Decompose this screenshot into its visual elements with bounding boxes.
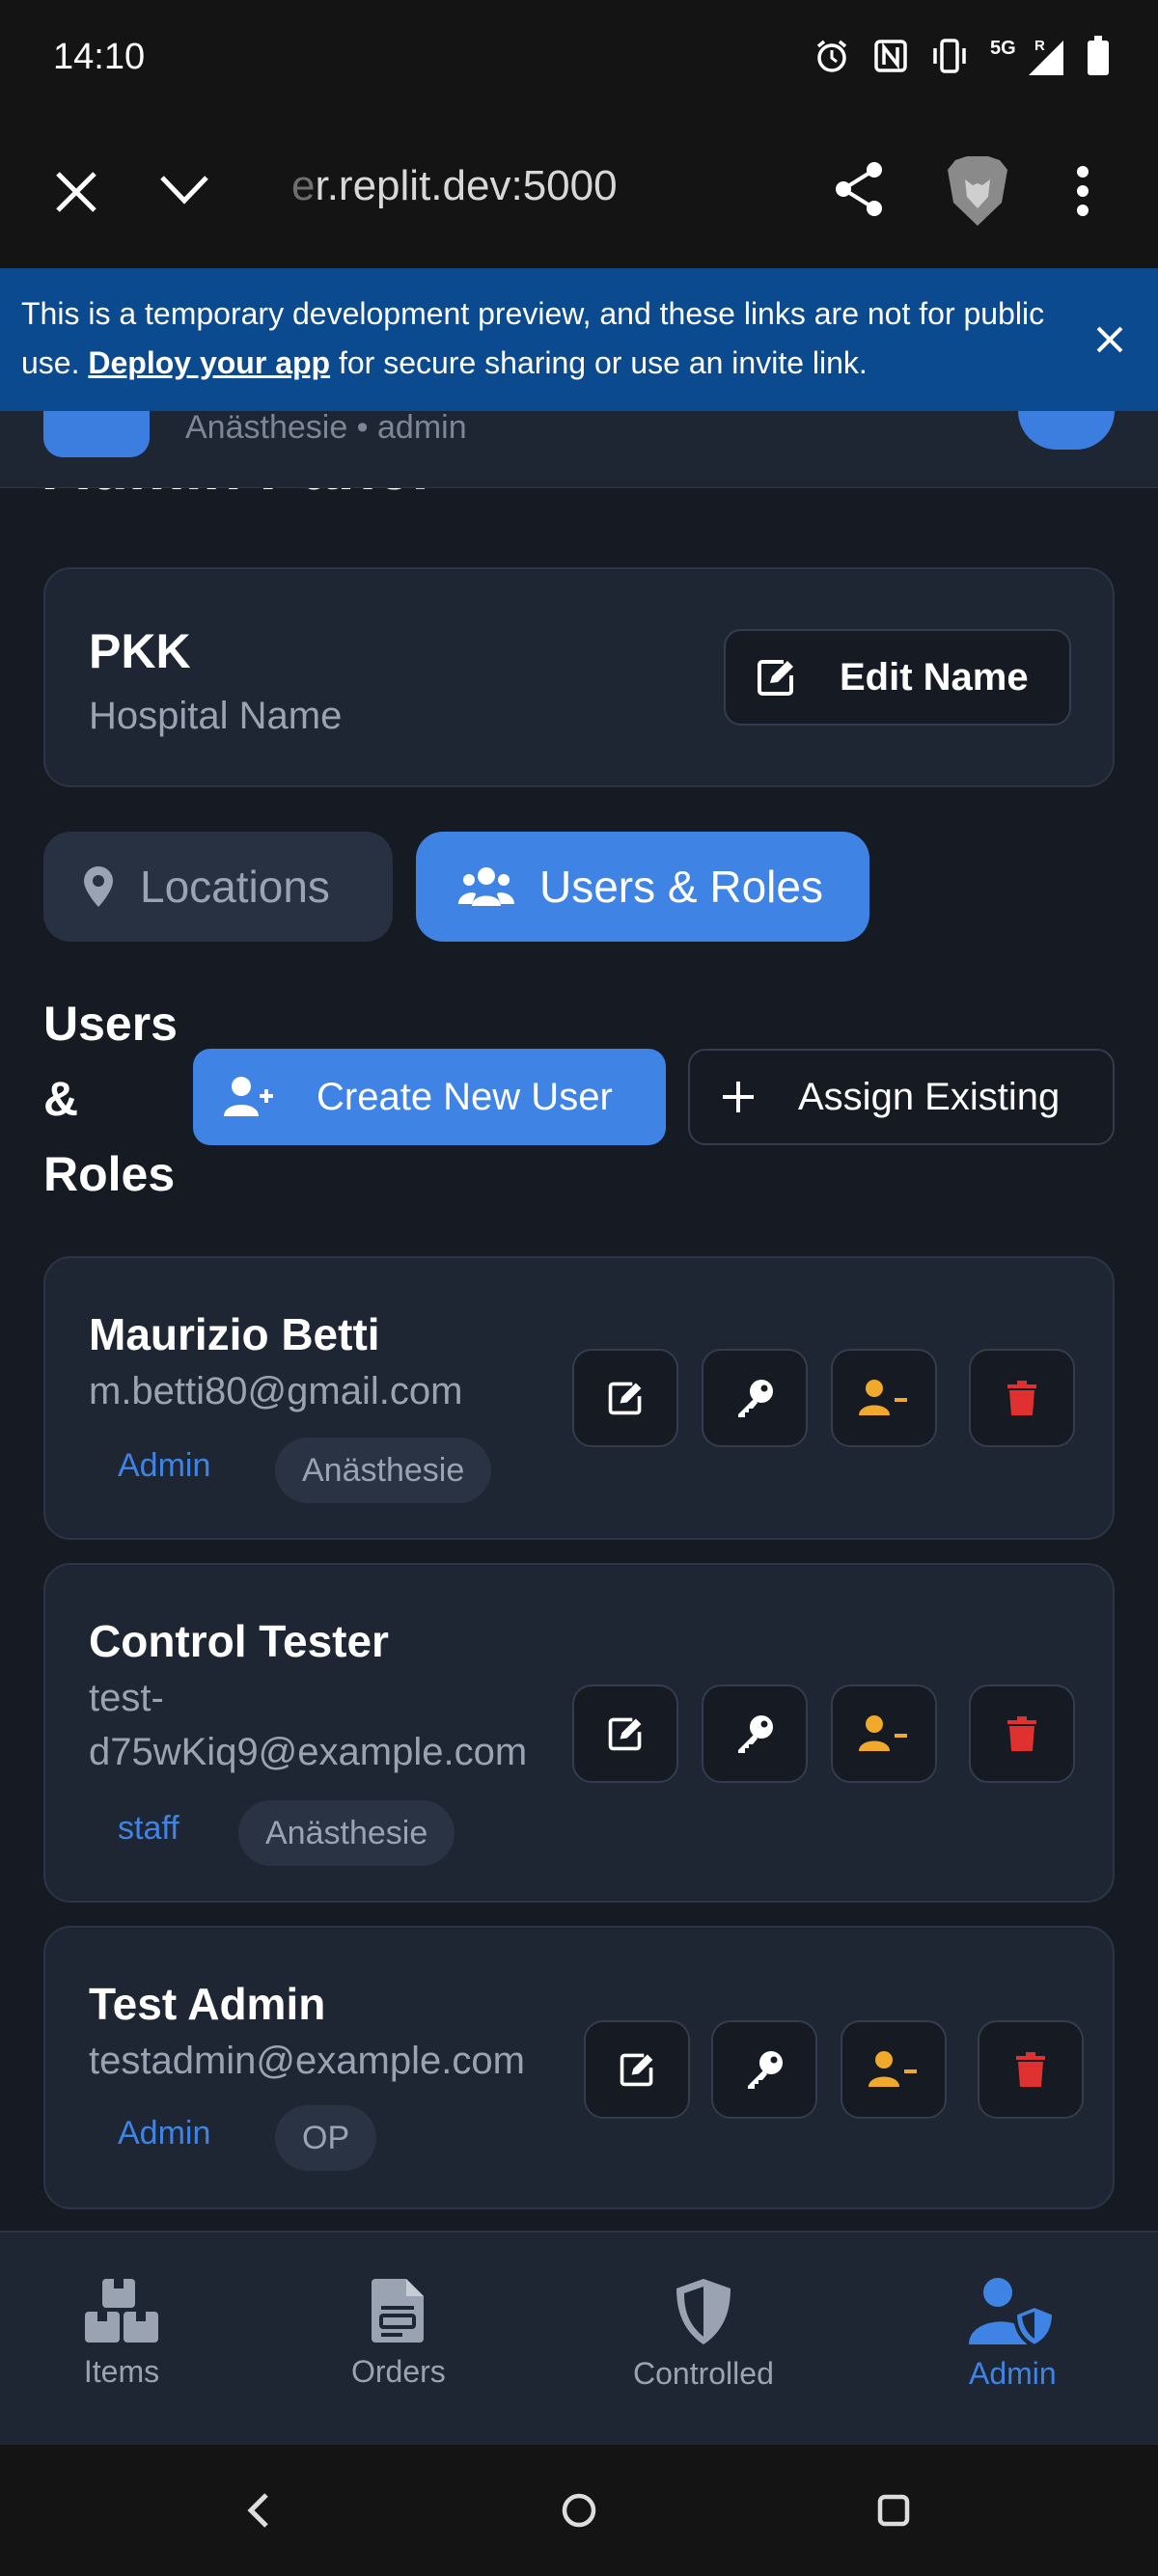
- shield-icon: [676, 2279, 731, 2344]
- status-icons: 5G R: [813, 35, 1110, 77]
- location-pin-icon: [84, 866, 113, 907]
- system-navigation: [0, 2445, 1158, 2576]
- nav-controlled[interactable]: Controlled: [633, 2277, 774, 2392]
- home-icon[interactable]: [560, 2489, 598, 2532]
- browser-toolbar: er.replit.dev:5000: [0, 120, 1158, 268]
- url-bar[interactable]: er.replit.dev:5000: [291, 162, 618, 210]
- delete-user-button[interactable]: [969, 1349, 1075, 1447]
- department-badge: Anästhesie: [275, 1438, 492, 1503]
- preview-banner: This is a temporary development preview,…: [0, 268, 1158, 411]
- signal-icon: 5G R: [990, 38, 1063, 75]
- back-icon[interactable]: [241, 2489, 276, 2532]
- bottom-navigation: Items Orders Controlled Admin: [0, 2231, 1158, 2445]
- brave-lion-icon[interactable]: [946, 154, 1009, 228]
- close-icon[interactable]: [50, 166, 102, 218]
- recents-icon[interactable]: [874, 2489, 913, 2532]
- trash-icon: [1016, 2052, 1045, 2087]
- nav-admin[interactable]: Admin: [969, 2277, 1057, 2392]
- tab-users-roles[interactable]: Users & Roles: [416, 832, 869, 942]
- remove-user-button[interactable]: [841, 2020, 947, 2119]
- role-badge: Admin: [118, 2115, 211, 2151]
- status-time: 14:10: [53, 37, 146, 77]
- user-card: Maurizio Betti m.betti80@gmail.com Admin…: [43, 1256, 1115, 1540]
- key-icon: [738, 1715, 773, 1753]
- user-email: testadmin@example.com: [89, 2040, 525, 2082]
- chevron-down-icon[interactable]: [156, 170, 212, 208]
- trash-icon: [1007, 1381, 1036, 1415]
- boxes-icon: [85, 2279, 158, 2343]
- nav-orders[interactable]: Orders: [351, 2277, 446, 2390]
- svg-text:R: R: [1034, 38, 1045, 54]
- delete-user-button[interactable]: [969, 1685, 1075, 1783]
- app-header: Anästhesie • admin: [0, 411, 1158, 488]
- reset-password-button[interactable]: [711, 2020, 817, 2119]
- role-badge: Admin: [118, 1447, 211, 1484]
- alarm-icon: [816, 40, 847, 72]
- create-user-button[interactable]: Create New User: [193, 1049, 666, 1145]
- hospital-avatar[interactable]: [43, 411, 150, 457]
- user-name: Maurizio Betti: [89, 1309, 380, 1359]
- user-minus-icon: [868, 2051, 917, 2087]
- edit-user-button[interactable]: [584, 2020, 690, 2119]
- user-email: m.betti80@gmail.com: [89, 1370, 463, 1412]
- user-minus-icon: [859, 1380, 907, 1415]
- battery-icon: [1088, 36, 1109, 75]
- edit-user-button[interactable]: [572, 1685, 678, 1783]
- trash-icon: [1007, 1716, 1036, 1751]
- deploy-link[interactable]: Deploy your app: [88, 345, 330, 380]
- key-icon: [738, 1380, 773, 1417]
- plus-icon: [723, 1082, 754, 1112]
- edit-icon: [620, 2053, 653, 2087]
- assign-existing-button[interactable]: Assign Existing: [688, 1049, 1115, 1145]
- edit-user-button[interactable]: [572, 1349, 678, 1447]
- hospital-name: PKK: [89, 624, 191, 678]
- role-badge: staff: [118, 1810, 179, 1847]
- header-subtitle: Anästhesie • admin: [185, 411, 467, 446]
- user-card: Control Tester test- d75wKiq9@example.co…: [43, 1563, 1115, 1903]
- nfc-icon: [874, 40, 907, 72]
- department-badge: Anästhesie: [238, 1800, 455, 1866]
- edit-name-button[interactable]: Edit Name: [724, 629, 1071, 726]
- close-banner-icon[interactable]: [1090, 320, 1129, 359]
- user-plus-icon: [224, 1077, 273, 1116]
- user-name: Control Tester: [89, 1616, 389, 1666]
- department-badge: OP: [275, 2105, 377, 2171]
- edit-icon: [758, 660, 793, 696]
- edit-icon: [608, 1717, 642, 1751]
- tab-locations[interactable]: Locations: [43, 832, 393, 942]
- hospital-card: PKK Hospital Name Edit Name: [43, 567, 1115, 787]
- user-name: Test Admin: [89, 1979, 326, 2029]
- nav-items[interactable]: Items: [83, 2277, 160, 2390]
- more-options-icon[interactable]: [1069, 164, 1096, 218]
- edit-icon: [608, 1382, 642, 1415]
- users-icon: [458, 867, 514, 906]
- user-minus-icon: [859, 1715, 907, 1751]
- delete-user-button[interactable]: [978, 2020, 1084, 2119]
- section-title: Users & Roles: [43, 997, 178, 1201]
- document-icon: [371, 2279, 424, 2343]
- header-menu-button[interactable]: [1018, 411, 1115, 450]
- hospital-name-label: Hospital Name: [89, 695, 343, 737]
- user-shield-icon: [969, 2278, 1057, 2346]
- svg-text:5G: 5G: [990, 38, 1016, 59]
- status-bar: 14:10 5G R: [0, 0, 1158, 120]
- vibrate-icon: [933, 39, 966, 73]
- remove-user-button[interactable]: [831, 1349, 937, 1447]
- key-icon: [748, 2051, 783, 2089]
- reset-password-button[interactable]: [702, 1349, 808, 1447]
- reset-password-button[interactable]: [702, 1685, 808, 1783]
- user-card: Test Admin testadmin@example.com Admin O…: [43, 1926, 1115, 2209]
- user-email: test- d75wKiq9@example.com: [89, 1677, 528, 1773]
- share-icon[interactable]: [832, 160, 886, 218]
- remove-user-button[interactable]: [831, 1685, 937, 1783]
